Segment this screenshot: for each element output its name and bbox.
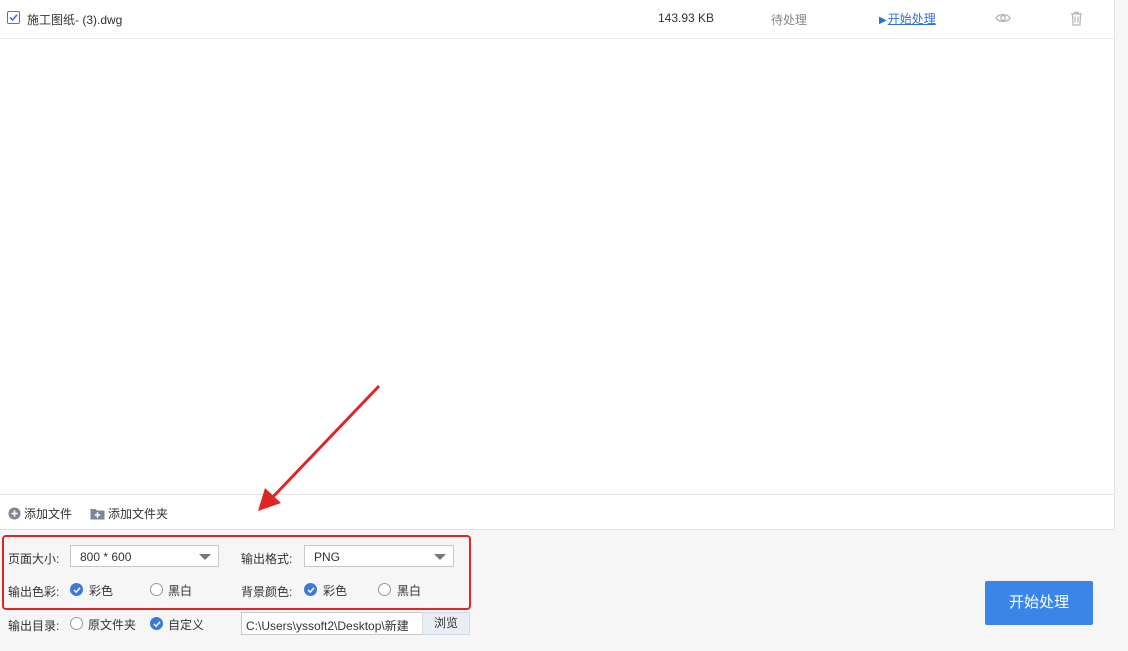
bg-color-label: 背景颜色: bbox=[241, 585, 293, 599]
plus-circle-icon bbox=[8, 507, 21, 520]
bg-color-option-color[interactable]: 彩色 bbox=[323, 582, 347, 599]
output-path-input[interactable]: C:\Users\yssoft2\Desktop\新建 bbox=[241, 612, 423, 635]
add-folder-button[interactable]: 添加文件夹 bbox=[90, 505, 168, 522]
checkmark-icon bbox=[307, 587, 315, 594]
bg-color-option-bw[interactable]: 黑白 bbox=[397, 582, 421, 599]
start-process-label: 开始处理 bbox=[887, 12, 936, 26]
add-file-label: 添加文件 bbox=[24, 507, 73, 521]
file-status: 待处理 bbox=[771, 13, 808, 27]
output-dir-radio-original[interactable] bbox=[70, 617, 83, 630]
page-size-select[interactable]: 800 * 600 bbox=[70, 545, 219, 567]
trash-icon[interactable] bbox=[1070, 11, 1083, 29]
output-dir-radio-custom[interactable] bbox=[150, 617, 163, 630]
output-color-option-color[interactable]: 彩色 bbox=[89, 582, 113, 599]
row-checkbox[interactable] bbox=[7, 11, 20, 24]
page-size-label: 页面大小: bbox=[8, 552, 60, 566]
output-color-label: 输出色彩: bbox=[8, 585, 60, 599]
output-dir-option-custom[interactable]: 自定义 bbox=[168, 616, 204, 633]
checkmark-icon bbox=[153, 621, 161, 628]
file-size: 143.93 KB bbox=[658, 11, 715, 25]
file-list-panel: 施工图纸- (3).dwg 143.93 KB 待处理 ▶开始处理 bbox=[0, 0, 1115, 494]
output-dir-label: 输出目录: bbox=[8, 619, 60, 633]
checkmark-icon bbox=[9, 14, 18, 22]
output-dir-option-original[interactable]: 原文件夹 bbox=[88, 616, 136, 633]
output-format-value: PNG bbox=[314, 550, 341, 564]
play-icon: ▶ bbox=[879, 15, 887, 26]
bg-color-radio-color[interactable] bbox=[304, 583, 317, 596]
add-file-button[interactable]: 添加文件 bbox=[8, 505, 72, 522]
output-format-label: 输出格式: bbox=[241, 552, 293, 566]
output-color-radio-bw[interactable] bbox=[150, 583, 163, 596]
file-name: 施工图纸- (3).dwg bbox=[27, 13, 123, 27]
chevron-down-icon bbox=[199, 554, 211, 560]
browse-button[interactable]: 浏览 bbox=[422, 612, 470, 635]
start-process-link[interactable]: ▶开始处理 bbox=[879, 10, 936, 27]
bg-color-radio-bw[interactable] bbox=[378, 583, 391, 596]
output-format-select[interactable]: PNG bbox=[304, 545, 454, 567]
checkmark-icon bbox=[73, 587, 81, 594]
add-files-bar: 添加文件 添加文件夹 bbox=[0, 494, 1115, 530]
table-row[interactable]: 施工图纸- (3).dwg 143.93 KB 待处理 ▶开始处理 bbox=[0, 0, 1114, 39]
add-folder-label: 添加文件夹 bbox=[108, 507, 169, 521]
output-color-radio-color[interactable] bbox=[70, 583, 83, 596]
chevron-down-icon bbox=[434, 554, 446, 560]
eye-icon[interactable] bbox=[995, 12, 1011, 27]
page-size-value: 800 * 600 bbox=[80, 550, 132, 564]
add-folder-icon bbox=[90, 509, 105, 520]
start-process-button[interactable]: 开始处理 bbox=[985, 581, 1093, 625]
output-color-option-bw[interactable]: 黑白 bbox=[168, 582, 192, 599]
